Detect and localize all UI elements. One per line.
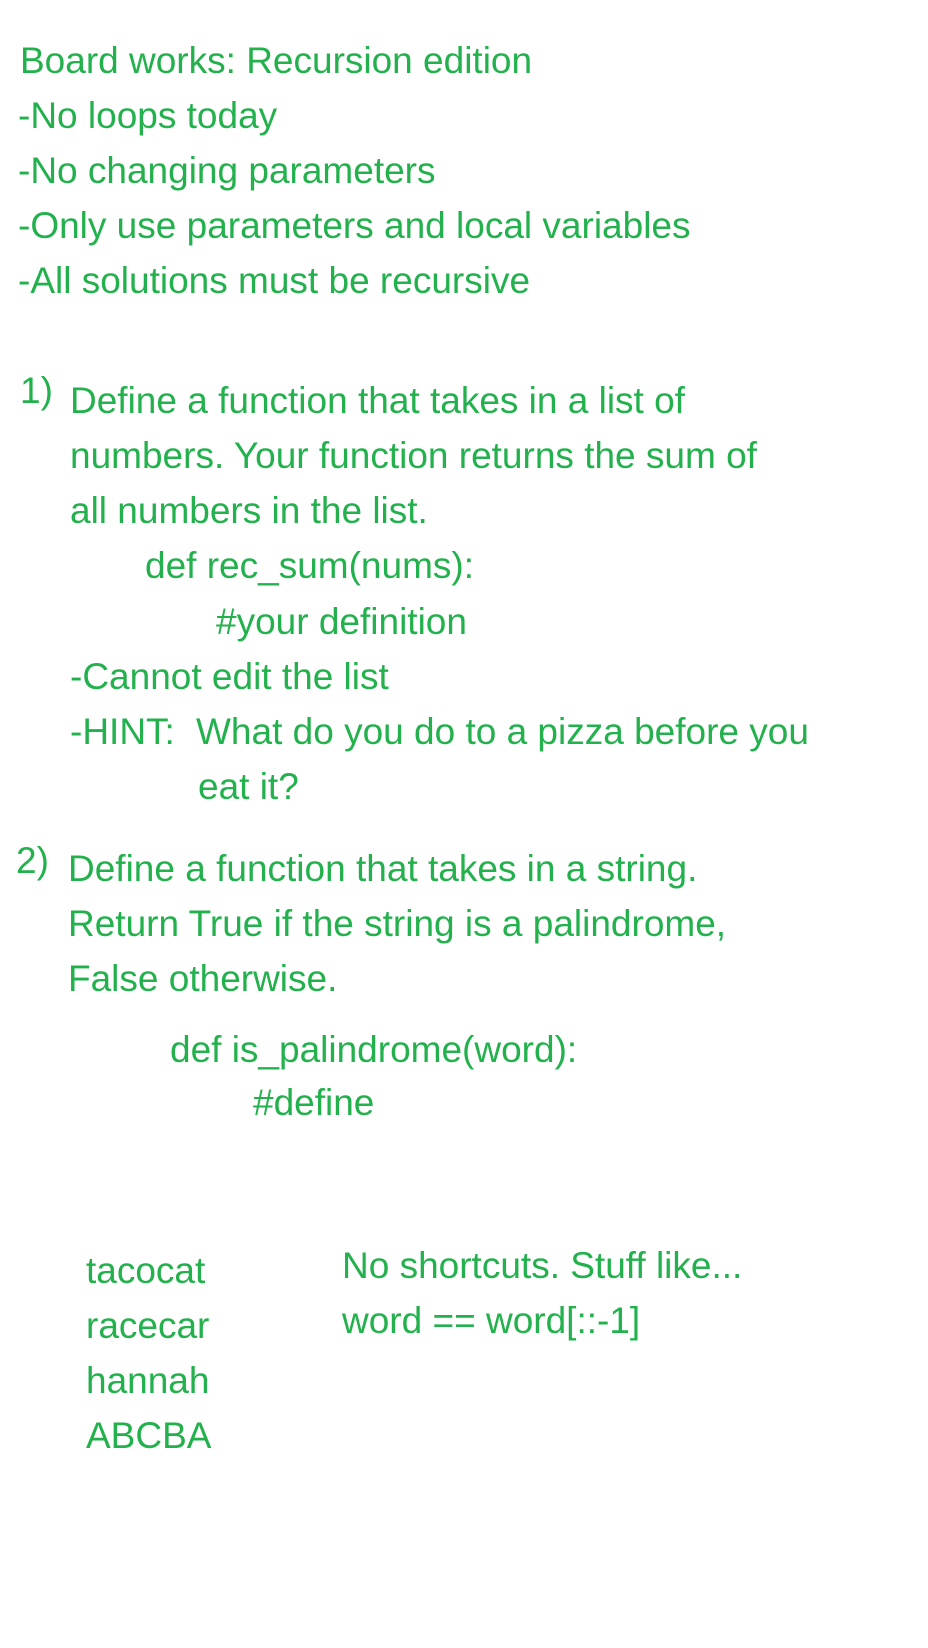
- shortcut-note: No shortcuts. Stuff like...: [342, 1245, 743, 1286]
- problem-1-note: -Cannot edit the list: [70, 656, 389, 697]
- page-title: Board works: Recursion edition: [20, 40, 533, 81]
- problem-2-text-line-2: Return True if the string is a palindrom…: [68, 903, 727, 944]
- problem-1-hint-label: -HINT:: [70, 711, 175, 752]
- rule-only-parameters-locals: -Only use parameters and local variables: [18, 205, 691, 246]
- rule-must-be-recursive: -All solutions must be recursive: [18, 260, 531, 301]
- rule-no-changing-parameters: -No changing parameters: [18, 150, 436, 191]
- problem-2-number: 2): [16, 840, 49, 881]
- problem-2-code-signature: def is_palindrome(word):: [170, 1029, 578, 1070]
- problem-1-code-body: #your definition: [216, 601, 467, 642]
- example-word-abcba: ABCBA: [86, 1415, 212, 1456]
- shortcut-code: word == word[::-1]: [342, 1300, 641, 1341]
- problem-2-text-line-3: False otherwise.: [68, 958, 338, 999]
- example-word-tacocat: tacocat: [86, 1250, 206, 1291]
- problem-1-hint-line-2: eat it?: [198, 766, 299, 807]
- problem-1-number: 1): [20, 370, 53, 411]
- problem-1-text-line-1: Define a function that takes in a list o…: [70, 380, 685, 421]
- problem-1-hint-line-1: What do you do to a pizza before you: [196, 711, 809, 752]
- problem-2-code-body: #define: [253, 1082, 375, 1123]
- problem-1-code-signature: def rec_sum(nums):: [145, 545, 474, 586]
- problem-1-text-line-3: all numbers in the list.: [70, 490, 428, 531]
- example-word-racecar: racecar: [86, 1305, 210, 1346]
- rule-no-loops: -No loops today: [18, 95, 278, 136]
- problem-1-text-line-2: numbers. Your function returns the sum o…: [70, 435, 757, 476]
- problem-2-text-line-1: Define a function that takes in a string…: [68, 848, 698, 889]
- example-word-hannah: hannah: [86, 1360, 210, 1401]
